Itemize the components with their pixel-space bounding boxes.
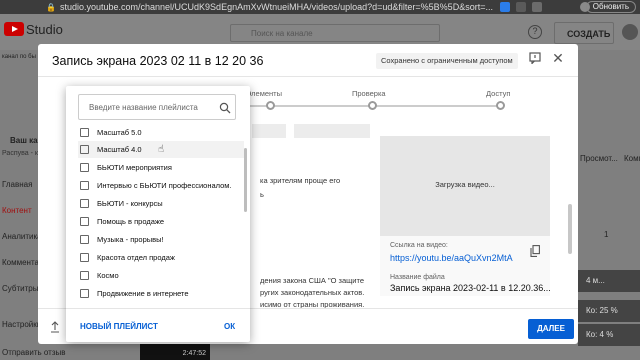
upload-icon[interactable]	[50, 320, 60, 333]
feedback-icon[interactable]	[528, 52, 542, 66]
close-icon[interactable]: ✕	[550, 50, 566, 66]
sidebar-item-feedback[interactable]: Отправить отзыв	[2, 348, 66, 357]
status-pill: 4 м...	[578, 270, 640, 292]
update-button[interactable]: Обновить	[585, 1, 636, 13]
create-button[interactable]: СОЗДАТЬ	[554, 22, 614, 44]
step-dot[interactable]	[496, 101, 505, 110]
video-link-label: Ссылка на видео:	[390, 242, 448, 249]
playlist-item-label: Музыка - прорывы!	[97, 235, 164, 244]
column-header-comments[interactable]: Комм	[624, 154, 640, 163]
lock-icon: 🔒	[46, 2, 56, 12]
sidebar-channel-name: Распува - к	[2, 150, 38, 157]
checkbox[interactable]	[80, 128, 89, 137]
copy-icon[interactable]	[530, 244, 540, 257]
step-label-visibility: Доступ	[486, 89, 511, 98]
playlist-item[interactable]: Красота отдел продаж	[78, 249, 244, 266]
playlist-list: Масштаб 5.0 Масштаб 4.0 ☝ БЬЮТИ мероприят…	[66, 126, 250, 302]
playlist-item-label: Масштаб 5.0	[97, 128, 142, 137]
divider	[66, 308, 250, 309]
playlist-item-label: БЬЮТИ мероприятия	[97, 163, 172, 172]
playlist-item-label: Помощь в продаже	[97, 217, 165, 226]
playlist-item-label: Продвижение в интернете	[97, 289, 189, 298]
sidebar-item-analytics[interactable]: Аналитика	[2, 232, 42, 241]
playlist-item-label: Интервью с БЬЮТИ профессионалом.	[97, 181, 232, 190]
checkbox[interactable]	[80, 235, 89, 244]
checkbox[interactable]	[80, 289, 89, 298]
video-duration: 2:47:52	[182, 350, 206, 357]
new-playlist-button[interactable]: НОВЫЙ ПЛЕЙЛИСТ	[80, 322, 158, 331]
avatar[interactable]	[622, 24, 638, 40]
search-icon	[219, 101, 231, 114]
row-value: 1	[604, 230, 609, 239]
playlist-search-input[interactable]: Введите название плейлиста	[78, 94, 236, 120]
address-bar[interactable]: studio.youtube.com/channel/UCUdK9SdEgnAm…	[60, 2, 500, 12]
checkbox[interactable]	[80, 163, 89, 172]
status-pill: Ко: 25 %	[578, 300, 640, 322]
playlist-item[interactable]: БЬЮТИ - конкурсы	[78, 195, 244, 212]
playlist-item[interactable]: Музыка - прорывы!	[78, 231, 244, 248]
sidebar-item-comments[interactable]: Коммента	[2, 258, 39, 267]
checkbox[interactable]	[80, 181, 89, 190]
ok-button[interactable]: ОК	[224, 322, 235, 331]
placeholder-block	[252, 124, 286, 138]
playlist-item[interactable]: Масштаб 5.0	[78, 126, 244, 141]
checkbox[interactable]	[80, 253, 89, 262]
step-label-elements: Элементы	[246, 89, 282, 98]
checkbox[interactable]	[80, 271, 89, 280]
playlist-item[interactable]: Интервью с БЬЮТИ профессионалом.	[78, 177, 244, 194]
playlist-search-placeholder: Введите название плейлиста	[89, 103, 198, 112]
help-icon[interactable]: ?	[528, 25, 542, 39]
video-preview: Загрузка видео...	[380, 136, 550, 236]
status-badge: Сохранено с ограниченным доступом	[376, 53, 518, 69]
playlist-scrollbar[interactable]	[244, 148, 247, 212]
extension-icon[interactable]	[516, 2, 526, 12]
playlist-item-label: Красота отдел продаж	[97, 253, 175, 262]
playlist-item[interactable]: Космо	[78, 267, 244, 284]
studio-logo-text: Studio	[26, 22, 63, 37]
sidebar-item-subtitles[interactable]: Субтитры	[2, 284, 38, 293]
sidebar-item-content[interactable]: Контент	[2, 206, 32, 215]
kids-law-text: дения закона США "О защите	[260, 276, 365, 285]
sidebar-item-settings[interactable]: Настройки	[2, 320, 41, 329]
playlist-item-label: Космо	[97, 271, 119, 280]
dialog-scrollbar[interactable]	[568, 204, 572, 254]
playlist-item-label: БЬЮТИ - конкурсы	[97, 199, 163, 208]
channel-search-input[interactable]: Поиск на канале	[230, 24, 440, 42]
next-button[interactable]: ДАЛЕЕ	[528, 319, 574, 339]
description-text: ь	[260, 190, 264, 199]
video-info: Ссылка на видео: https://youtu.be/aaQuXv…	[380, 236, 551, 296]
sidebar-item-dashboard[interactable]: Главная	[2, 180, 32, 189]
video-thumbnail[interactable]: 2:47:52	[140, 342, 210, 360]
playlist-item[interactable]: БЬЮТИ мероприятия	[78, 159, 244, 176]
browser-toolbar: 🔒 studio.youtube.com/channel/UCUdK9SdEgn…	[0, 0, 640, 14]
playlist-popup: Введите название плейлиста Масштаб 5.0 М…	[66, 86, 250, 342]
checkbox[interactable]	[80, 199, 89, 208]
description-text: ка зрителям проще его	[260, 176, 341, 185]
placeholder-block	[294, 124, 370, 138]
column-header-views[interactable]: Просмот...	[580, 154, 618, 163]
filename-label: Название файла	[390, 274, 445, 281]
playlist-item-label: Масштаб 4.0	[97, 145, 142, 154]
youtube-logo-icon[interactable]	[4, 22, 24, 36]
video-link[interactable]: https://youtu.be/aaQuXvn2MtA	[390, 253, 513, 263]
status-pill: Ко: 4 %	[578, 324, 640, 346]
checkbox[interactable]	[80, 145, 89, 154]
extension-icon[interactable]	[532, 2, 542, 12]
step-dot[interactable]	[368, 101, 377, 110]
cursor-icon: ☝	[158, 144, 165, 155]
playlist-item[interactable]: Продвижение в интернете	[78, 285, 244, 302]
dialog-title: Запись экрана 2023 02 11 в 12 20 36	[52, 54, 264, 68]
channel-badge: канал по бы	[2, 54, 36, 60]
checkbox[interactable]	[80, 217, 89, 226]
step-dot[interactable]	[266, 101, 275, 110]
filename: Запись экрана 2023-02-11 в 12.20.36...	[390, 283, 551, 293]
kids-law-text: ругих законодательных актов.	[260, 288, 365, 297]
playlist-item[interactable]: Масштаб 4.0 ☝	[78, 141, 244, 158]
extension-icon[interactable]	[500, 2, 510, 12]
divider	[38, 76, 578, 77]
step-label-checks: Проверка	[352, 89, 386, 98]
playlist-item[interactable]: Помощь в продаже	[78, 213, 244, 230]
